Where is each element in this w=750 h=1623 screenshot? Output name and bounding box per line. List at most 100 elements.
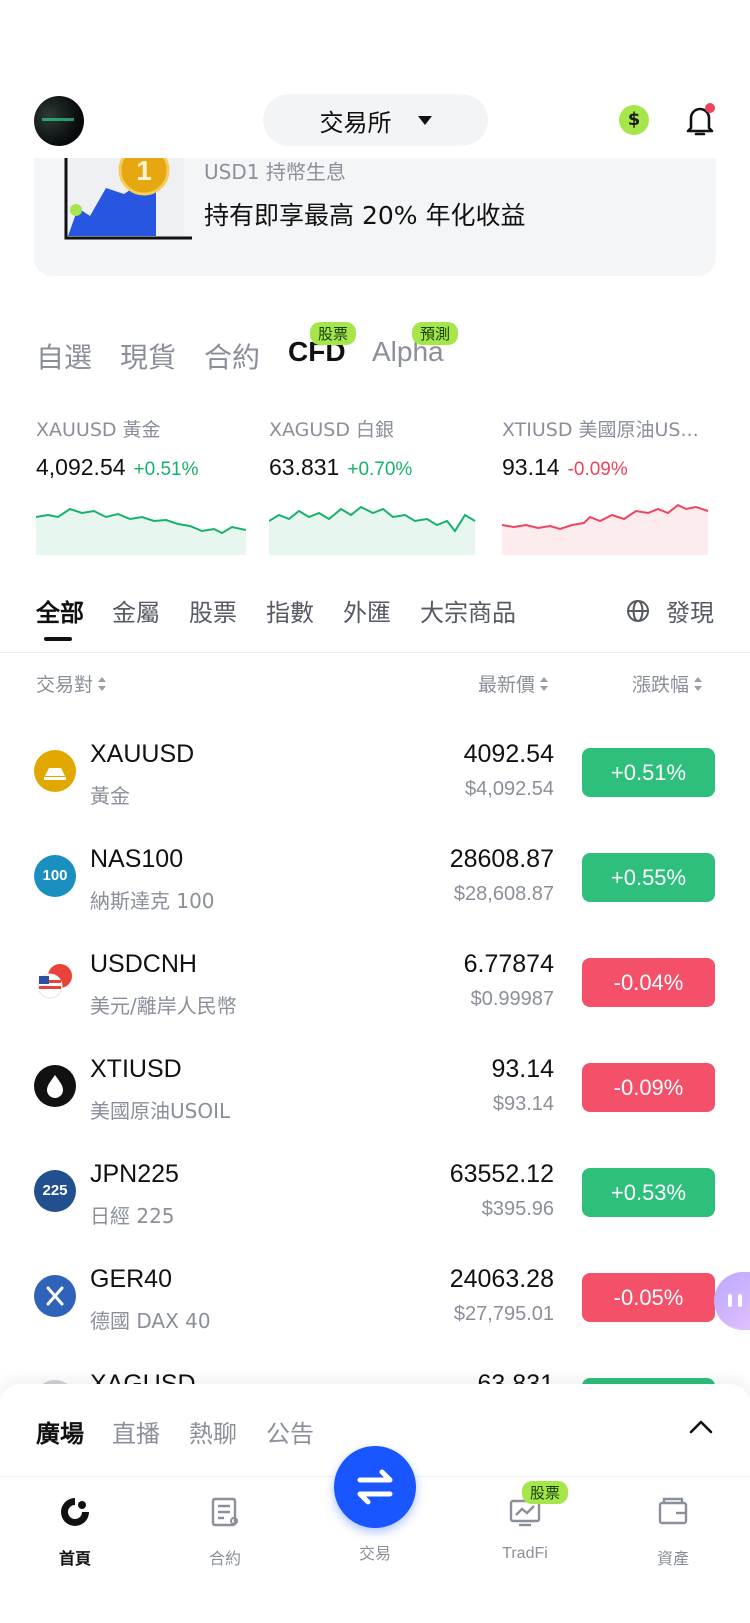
nav-home-label: 首頁 — [58, 1549, 91, 1568]
promo-illustration-icon: 1 — [64, 158, 192, 240]
column-change: 漲跌幅 — [632, 674, 690, 696]
social-tab-live[interactable]: 直播 — [112, 1414, 160, 1449]
globe-icon — [627, 599, 649, 622]
nav-futures-label: 合約 — [208, 1549, 241, 1568]
gold-bar-icon — [34, 750, 76, 792]
sort-icon — [540, 676, 549, 691]
caret-down-icon — [417, 115, 432, 125]
mini-card-change: +0.51% — [133, 459, 199, 480]
column-pair: 交易對 — [36, 674, 94, 696]
filter-tab-metals[interactable]: 金屬 — [112, 593, 160, 628]
promo-banner[interactable]: 1 USD1 持幣生息 持有即享最高 20% 年化收益 — [34, 158, 716, 276]
sort-icon — [694, 676, 703, 691]
filter-tab-all[interactable]: 全部 — [36, 593, 84, 628]
row-description: 納斯達克 100 — [90, 889, 215, 913]
row-change-badge[interactable]: -0.04% — [582, 958, 715, 1007]
row-description: 美國原油USOIL — [90, 1099, 231, 1123]
cfd-stock-tag: 股票 — [310, 322, 357, 345]
top-header: 交易所 $ — [0, 92, 750, 152]
nas100-icon: 100 — [34, 855, 76, 897]
discover-button[interactable]: 發現 — [626, 593, 714, 628]
exchange-label: 交易所 — [319, 108, 392, 137]
row-symbol: GER40 — [90, 1265, 172, 1293]
row-change-badge[interactable]: -0.09% — [582, 1063, 715, 1112]
ger40-icon — [34, 1275, 76, 1317]
mini-card-change: -0.09% — [567, 459, 628, 480]
row-last-price: 6.77874 — [463, 950, 554, 978]
nav-futures[interactable]: 合約 — [170, 1495, 280, 1569]
sort-by-change[interactable]: 漲跌幅 — [632, 670, 703, 697]
mini-card-name: XAGUSD 白銀 — [269, 419, 395, 441]
row-description: 日經 225 — [90, 1204, 175, 1228]
nav-assets-label: 資產 — [656, 1549, 689, 1568]
mini-card-change: +0.70% — [347, 459, 413, 480]
table-row[interactable]: 225 JPN225 日經 225 63552.12 $395.96 +0.53… — [0, 1140, 750, 1245]
banner-subtitle: USD1 持幣生息 — [204, 160, 346, 184]
banner-title: 持有即享最高 20% 年化收益 — [204, 201, 526, 230]
row-change-badge[interactable]: -0.05% — [582, 1273, 715, 1322]
filter-tab-forex[interactable]: 外匯 — [343, 593, 391, 628]
mini-card-price: 93.14 — [502, 454, 560, 480]
contract-icon — [211, 1497, 238, 1527]
alpha-predict-tag: 預測 — [412, 322, 459, 345]
tradfi-stock-tag: 股票 — [522, 1481, 569, 1504]
filter-tab-stocks[interactable]: 股票 — [189, 593, 237, 628]
row-change-badge[interactable]: +0.53% — [582, 1168, 715, 1217]
row-last-price: 63552.12 — [449, 1160, 554, 1188]
mini-card-xtiusd[interactable]: XTIUSD 美國原油US... 93.14 -0.09% — [502, 415, 722, 555]
column-last-price: 最新價 — [478, 674, 536, 696]
table-header: 交易對 最新價 漲跌幅 — [0, 670, 750, 700]
active-tab-indicator — [44, 637, 72, 641]
sort-icon — [98, 676, 107, 691]
row-usd-price: $0.99987 — [470, 988, 554, 1010]
oil-drop-icon — [34, 1065, 76, 1107]
table-row[interactable]: GER40 德國 DAX 40 24063.28 $27,795.01 -0.0… — [0, 1245, 750, 1350]
nav-tradfi-label: TradFi — [502, 1545, 548, 1562]
nav-home[interactable]: 首頁 — [20, 1495, 130, 1569]
chevron-up-icon[interactable] — [688, 1416, 714, 1436]
tab-spot[interactable]: 現貨 — [120, 336, 176, 376]
dollar-coin-icon[interactable]: $ — [619, 105, 649, 135]
row-usd-price: $93.14 — [492, 1093, 554, 1115]
row-change-badge[interactable]: +0.51% — [582, 748, 715, 797]
exchange-selector[interactable]: 交易所 — [263, 94, 488, 146]
home-icon — [61, 1498, 89, 1526]
tab-futures[interactable]: 合約 — [204, 336, 260, 376]
sparkline-xauusd — [36, 507, 246, 555]
table-row[interactable]: XTIUSD 美國原油USOIL 93.14 $93.14 -0.09% — [0, 1035, 750, 1140]
banner-coin-number: 1 — [136, 158, 152, 186]
table-row[interactable]: USDCNH 美元/離岸人民幣 6.77874 $0.99987 -0.04% — [0, 930, 750, 1035]
row-description: 黃金 — [90, 784, 130, 808]
row-last-price: 24063.28 — [449, 1265, 554, 1293]
filter-tab-indices[interactable]: 指數 — [266, 593, 314, 628]
avatar[interactable] — [34, 96, 84, 146]
sparkline-xagusd — [269, 505, 476, 555]
tab-watchlist[interactable]: 自選 — [36, 336, 92, 376]
row-usd-price: $28,608.87 — [453, 883, 554, 905]
mini-card-xagusd[interactable]: XAGUSD 白銀 63.831 +0.70% — [269, 415, 489, 555]
row-change-badge[interactable]: +0.55% — [582, 853, 715, 902]
table-row[interactable]: 100 NAS100 納斯達克 100 28608.87 $28,608.87 … — [0, 825, 750, 930]
usd-cnh-flags-icon — [34, 960, 76, 1002]
mini-card-price: 4,092.54 — [36, 454, 126, 480]
sort-by-last-price[interactable]: 最新價 — [478, 670, 549, 697]
social-tab-square[interactable]: 廣場 — [36, 1414, 84, 1449]
filter-tab-commodities[interactable]: 大宗商品 — [420, 593, 516, 628]
trade-button[interactable] — [334, 1446, 416, 1528]
row-usd-price: $27,795.01 — [453, 1303, 554, 1325]
bell-icon[interactable] — [683, 102, 717, 138]
asset-filter-tabs: 全部 金屬 股票 指數 外匯 大宗商品 發現 — [0, 593, 750, 653]
nav-trade-label: 交易 — [358, 1544, 391, 1563]
nav-tradfi[interactable]: TradFi — [470, 1495, 580, 1563]
social-tab-hot-chat[interactable]: 熱聊 — [189, 1414, 237, 1449]
sort-by-pair[interactable]: 交易對 — [36, 670, 107, 697]
row-usd-price: $4,092.54 — [465, 778, 554, 800]
table-row[interactable]: XAUUSD 黃金 4092.54 $4,092.54 +0.51% — [0, 720, 750, 825]
discover-label: 發現 — [666, 599, 714, 627]
mini-card-xauusd[interactable]: XAUUSD 黃金 4,092.54 +0.51% — [36, 415, 256, 555]
social-tab-announcement[interactable]: 公告 — [266, 1414, 314, 1449]
row-symbol: JPN225 — [90, 1160, 179, 1188]
swap-arrows-icon — [357, 1469, 393, 1505]
row-symbol: USDCNH — [90, 950, 197, 978]
nav-assets[interactable]: 資產 — [618, 1495, 728, 1569]
